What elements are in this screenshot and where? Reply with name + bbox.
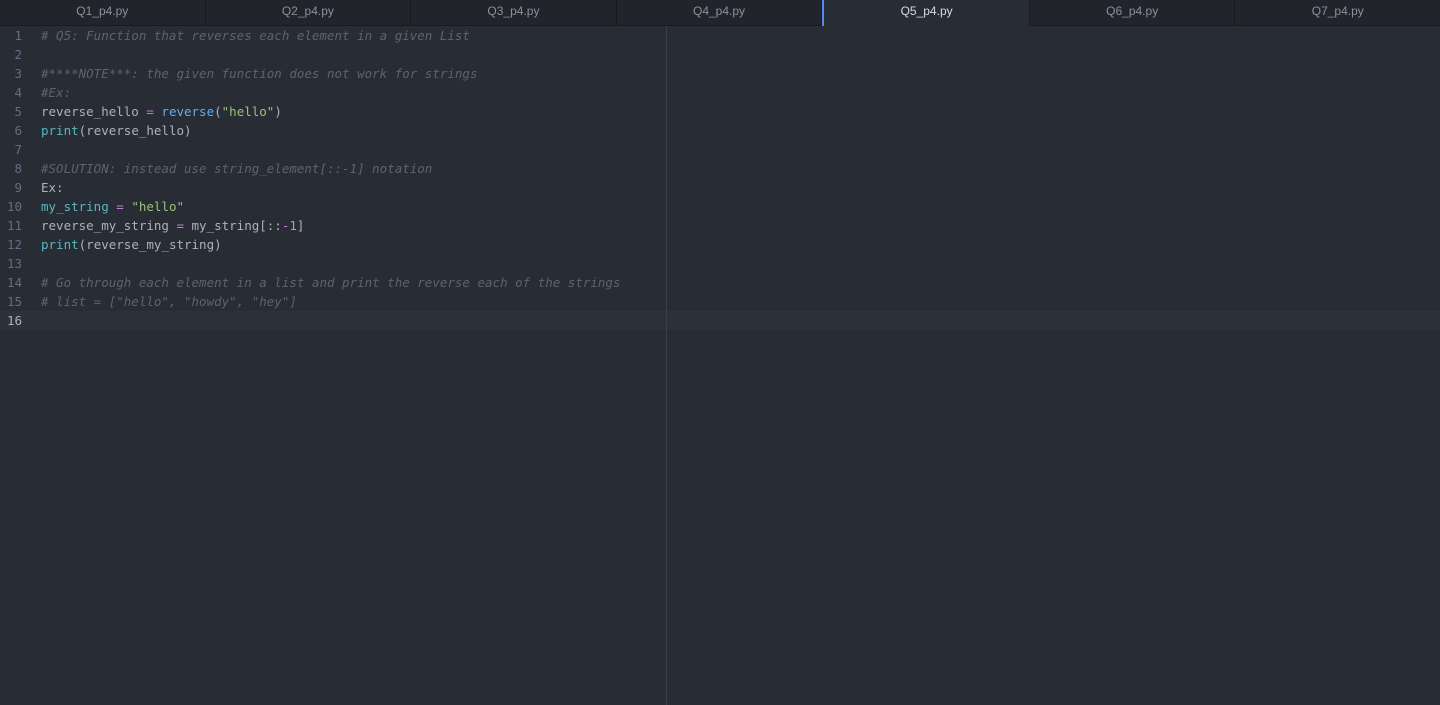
tab-q7-p4-py[interactable]: Q7_p4.py: [1235, 0, 1440, 26]
code-token-plain: my_string[::: [184, 218, 282, 233]
line-number: 5: [14, 104, 22, 119]
code-token-plain: (reverse_my_string): [78, 237, 222, 252]
code-editor[interactable]: 1 # Q5: Function that reverses each eleme…: [0, 26, 1440, 705]
code-line[interactable]: 14 # Go through each element in a list an…: [0, 273, 1440, 292]
line-code: #****NOTE***: the given function does no…: [41, 64, 478, 83]
line-code: print(reverse_my_string): [41, 235, 222, 254]
line-number: 9: [14, 180, 22, 195]
line-number: 11: [6, 218, 22, 233]
code-line[interactable]: 4 #Ex:: [0, 83, 1440, 102]
code-line[interactable]: 12 print(reverse_my_string): [0, 235, 1440, 254]
code-token-plain: Ex:: [41, 180, 64, 195]
tab-q4-p4-py[interactable]: Q4_p4.py: [617, 0, 823, 26]
code-line[interactable]: 1 # Q5: Function that reverses each eleme…: [0, 26, 1440, 45]
code-token-op: =: [146, 104, 154, 119]
code-line[interactable]: 11 reverse_my_string = my_string[::-1]: [0, 216, 1440, 235]
line-number: 3: [14, 66, 22, 81]
line-code: reverse_my_string = my_string[::-1]: [41, 216, 304, 235]
code-line[interactable]: 10 my_string = "hello": [0, 197, 1440, 216]
line-code: # Go through each element in a list and …: [41, 273, 620, 292]
tab-q6-p4-py[interactable]: Q6_p4.py: [1030, 0, 1236, 26]
tab-q5-p4-py[interactable]: Q5_p4.py: [822, 0, 1030, 27]
code-token-str: "hello": [221, 104, 275, 119]
line-number: 2: [14, 47, 22, 62]
line-number: 12: [6, 237, 22, 252]
code-token-builtin: print: [41, 123, 79, 138]
tab-q3-p4-py[interactable]: Q3_p4.py: [411, 0, 617, 26]
code-token-comment: # list = ["hello", "howdy", "hey"]: [41, 294, 297, 309]
code-token-str: "hello": [131, 199, 185, 214]
line-number: 4: [14, 85, 22, 100]
line-code: reverse_hello = reverse("hello"): [41, 102, 282, 121]
code-token-builtin: my_string: [41, 199, 109, 214]
tab-bar: Q1_p4.py Q2_p4.py Q3_p4.py Q4_p4.py Q5_p4.py…: [0, 0, 1440, 27]
line-code: #SOLUTION: instead use string_element[::…: [41, 159, 432, 178]
line-code: print(reverse_hello): [41, 121, 192, 140]
tab-q1-p4-py[interactable]: Q1_p4.py: [0, 0, 206, 26]
code-line[interactable]: 6 print(reverse_hello): [0, 121, 1440, 140]
line-code: Ex:: [41, 178, 64, 197]
code-line[interactable]: 16: [0, 311, 1440, 330]
code-token-op: =: [176, 218, 184, 233]
line-number: 14: [6, 275, 22, 290]
code-token-comment: #Ex:: [41, 85, 72, 100]
line-code: my_string = "hello": [41, 197, 184, 216]
code-token-comment: #****NOTE***: the given function does no…: [41, 66, 478, 81]
line-number: 10: [6, 199, 22, 214]
code-line[interactable]: 8 #SOLUTION: instead use string_element[:…: [0, 159, 1440, 178]
code-token-plain: reverse_hello: [41, 104, 147, 119]
line-code: # Q5: Function that reverses each elemen…: [41, 26, 470, 45]
code-token-plain: ): [274, 104, 282, 119]
line-number: 13: [6, 256, 22, 271]
code-line[interactable]: 7: [0, 140, 1440, 159]
line-code: # list = ["hello", "howdy", "hey"]: [41, 292, 297, 311]
code-token-plain: (reverse_hello): [78, 123, 192, 138]
code-lines: 1 # Q5: Function that reverses each eleme…: [0, 26, 1440, 330]
line-number: 1: [14, 28, 22, 43]
code-line[interactable]: 15 # list = ["hello", "howdy", "hey"]: [0, 292, 1440, 311]
line-number: 7: [14, 142, 22, 157]
line-number: 15: [6, 294, 22, 309]
code-token-plain: (: [214, 104, 222, 119]
wrap-guide: [666, 26, 667, 705]
code-token-num: 1: [289, 218, 297, 233]
line-code: #Ex:: [41, 83, 71, 102]
code-line[interactable]: 3 #****NOTE***: the given function does n…: [0, 64, 1440, 83]
code-token-op: =: [116, 199, 124, 214]
code-token-comment: # Q5: Function that reverses each elemen…: [41, 28, 470, 43]
line-number: 16: [6, 313, 22, 328]
code-token-fn: reverse: [161, 104, 215, 119]
line-number: 8: [14, 161, 22, 176]
code-line[interactable]: 5 reverse_hello = reverse("hello"): [0, 102, 1440, 121]
code-line[interactable]: 9 Ex:: [0, 178, 1440, 197]
code-line[interactable]: 13: [0, 254, 1440, 273]
code-line[interactable]: 2: [0, 45, 1440, 64]
code-token-plain: reverse_my_string: [41, 218, 177, 233]
code-token-builtin: print: [41, 237, 79, 252]
code-token-plain: ]: [296, 218, 305, 233]
code-token-comment: #SOLUTION: instead use string_element[::…: [41, 161, 433, 176]
tab-q2-p4-py[interactable]: Q2_p4.py: [206, 0, 412, 26]
line-number: 6: [14, 123, 22, 138]
code-token-comment: # Go through each element in a list and …: [41, 275, 621, 290]
